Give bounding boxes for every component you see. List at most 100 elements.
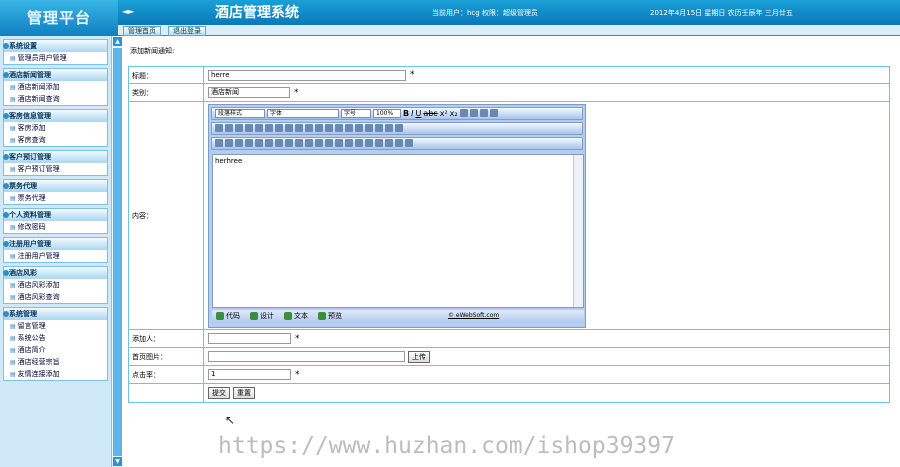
sidebar-item-room-add[interactable]: 客房添加 [4, 122, 107, 134]
font-select[interactable]: 字体 [267, 108, 339, 118]
collapse-sidebar-toggle[interactable]: ◄► [122, 7, 134, 16]
underline-button[interactable]: U [415, 109, 421, 118]
horizontal-rule-icon[interactable] [345, 139, 353, 147]
form-icon[interactable] [295, 139, 303, 147]
tab-logout[interactable]: 退出登录 [168, 26, 206, 36]
table-icon[interactable] [255, 139, 263, 147]
sidebar-item-announcements[interactable]: 系统公告 [4, 332, 107, 344]
sidebar-item-room-query[interactable]: 客房查询 [4, 134, 107, 146]
image-icon[interactable] [215, 139, 223, 147]
menu-group-title[interactable]: 酒店风彩 [3, 267, 107, 279]
unordered-list-icon[interactable] [335, 124, 343, 132]
mode-text-tab[interactable]: 文本 [284, 311, 308, 321]
omega-icon[interactable] [355, 139, 363, 147]
highlight-icon[interactable] [375, 124, 383, 132]
select-all-icon[interactable] [315, 124, 323, 132]
paragraph-style-select[interactable]: 段落样式 [215, 108, 265, 118]
sidebar-item-style-add[interactable]: 酒店风彩添加 [4, 279, 107, 291]
scrollbar-thumb[interactable] [113, 48, 122, 456]
sidebar-item-bookings[interactable]: 客户预订管理 [4, 163, 107, 175]
menu-group-title[interactable]: 酒店新闻管理 [3, 69, 107, 81]
align-right-icon[interactable] [479, 109, 488, 117]
image-path-input[interactable] [208, 351, 405, 362]
mode-design-tab[interactable]: 设计 [250, 311, 274, 321]
category-input[interactable]: 酒店新闻 [208, 87, 290, 98]
mode-code-tab[interactable]: 代码 [216, 311, 240, 321]
paste-text-icon[interactable] [245, 124, 253, 132]
indent-icon[interactable] [345, 124, 353, 132]
sidebar-item-change-password[interactable]: 修改密码 [4, 221, 107, 233]
menu-group-title[interactable]: 票务代理 [3, 180, 107, 192]
bold-button[interactable]: B [403, 109, 409, 118]
outdent-icon[interactable] [355, 124, 363, 132]
mode-preview-tab[interactable]: 预览 [318, 311, 342, 321]
sidebar-item-admin-users[interactable]: 管理员用户管理 [4, 52, 107, 64]
tab-home[interactable]: 管理首页 [123, 26, 161, 36]
italic-button[interactable]: I [411, 109, 413, 118]
align-justify-icon[interactable] [489, 109, 498, 117]
menu-group-title[interactable]: 客房信息管理 [3, 110, 107, 122]
flash-icon[interactable] [225, 139, 233, 147]
editor-scrollbar[interactable] [573, 154, 583, 307]
find-icon[interactable] [265, 124, 273, 132]
paste-icon[interactable] [235, 124, 243, 132]
attachment-icon[interactable] [245, 139, 253, 147]
zoom-select[interactable]: 100% [373, 108, 401, 118]
undo-icon[interactable] [295, 124, 303, 132]
link-icon[interactable] [315, 139, 323, 147]
row-insert-icon[interactable] [265, 139, 273, 147]
time-icon[interactable] [385, 139, 393, 147]
submit-button[interactable]: 提交 [208, 387, 230, 399]
media-icon[interactable] [235, 139, 243, 147]
sidebar-item-hotel-intro[interactable]: 酒店简介 [4, 344, 107, 356]
special-char-icon[interactable] [385, 124, 393, 132]
menu-group-title[interactable]: 系统设置 [3, 40, 107, 52]
scroll-up-icon[interactable]: ▲ [113, 37, 122, 46]
unlink-icon[interactable] [325, 139, 333, 147]
cell-merge-icon[interactable] [285, 139, 293, 147]
paste-word-icon[interactable] [255, 124, 263, 132]
reset-button[interactable]: 重置 [233, 387, 255, 399]
date-icon[interactable] [375, 139, 383, 147]
scroll-down-icon[interactable]: ▼ [113, 457, 122, 466]
upload-button[interactable]: 上传 [408, 350, 430, 363]
sidebar-item-registered-users[interactable]: 注册用户管理 [4, 250, 107, 262]
superscript-button[interactable]: x² [440, 109, 448, 118]
copy-icon[interactable] [225, 124, 233, 132]
format-brush-icon[interactable] [285, 124, 293, 132]
align-left-icon[interactable] [459, 109, 468, 117]
menu-group-title[interactable]: 注册用户管理 [3, 238, 107, 250]
column-insert-icon[interactable] [275, 139, 283, 147]
emoticon-icon[interactable] [365, 139, 373, 147]
hits-input[interactable]: 1 [208, 369, 291, 380]
menu-group-title[interactable]: 系统管理 [3, 308, 107, 320]
spellcheck-icon[interactable] [395, 124, 403, 132]
font-size-select[interactable]: 字号 [341, 108, 371, 118]
sidebar-item-links-add[interactable]: 友情连接添加 [4, 368, 107, 380]
redo-icon[interactable] [305, 124, 313, 132]
align-center-icon[interactable] [469, 109, 478, 117]
title-input[interactable]: herre [208, 69, 406, 81]
sidebar-item-style-query[interactable]: 酒店风彩查询 [4, 291, 107, 303]
fullscreen-icon[interactable] [395, 139, 403, 147]
sidebar-item-tickets[interactable]: 票务代理 [4, 192, 107, 204]
help-icon[interactable] [405, 139, 413, 147]
sidebar-item-news-query[interactable]: 酒店新闻查询 [4, 93, 107, 105]
menu-group-title[interactable]: 个人资料管理 [3, 209, 107, 221]
anchor-icon[interactable] [335, 139, 343, 147]
author-input[interactable] [208, 333, 291, 344]
strikethrough-button[interactable]: abc [423, 109, 437, 118]
sidebar-item-news-add[interactable]: 酒店新闻添加 [4, 81, 107, 93]
cut-icon[interactable] [215, 124, 223, 132]
sidebar-item-mission[interactable]: 酒店经营宗旨 [4, 356, 107, 368]
ewebsoft-link[interactable]: © eWebSoft.com [448, 312, 499, 319]
editor-content-area[interactable]: herhree [212, 153, 584, 308]
sidebar-item-messages[interactable]: 留言管理 [4, 320, 107, 332]
sidebar-scrollbar[interactable]: ▲ ▼ [111, 36, 122, 467]
textbox-icon[interactable] [305, 139, 313, 147]
font-color-icon[interactable] [365, 124, 373, 132]
ordered-list-icon[interactable] [325, 124, 333, 132]
subscript-button[interactable]: x₂ [450, 109, 458, 118]
menu-group-title[interactable]: 客户预订管理 [3, 151, 107, 163]
delete-icon[interactable] [275, 124, 283, 132]
